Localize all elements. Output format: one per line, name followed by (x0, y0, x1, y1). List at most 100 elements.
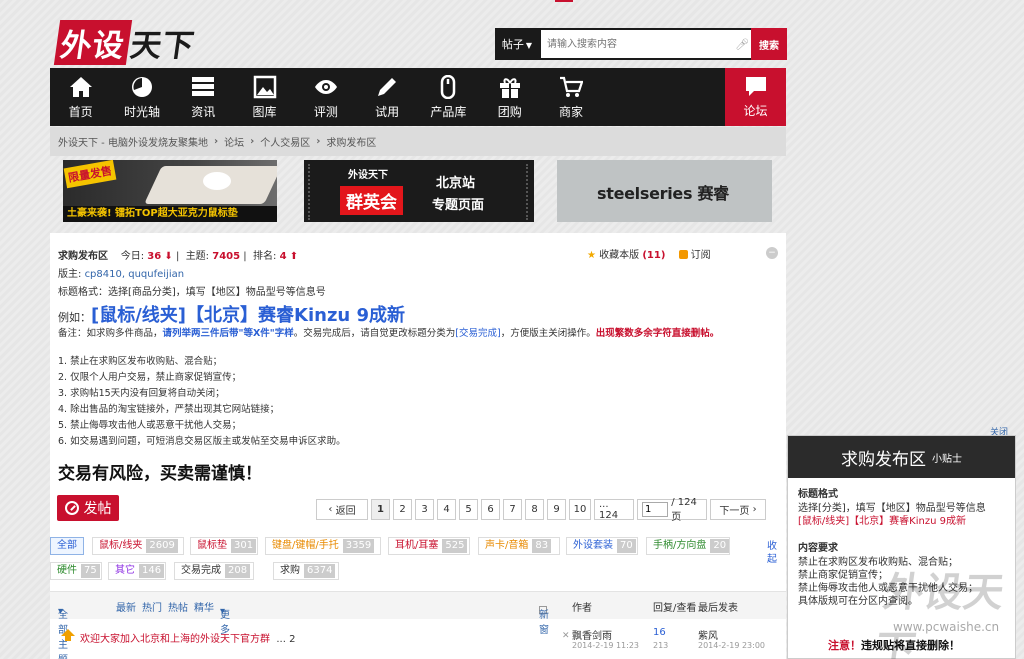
thread-title[interactable]: 欢迎大家加入北京和上海的外设天下官方群 ... 2 (80, 630, 295, 645)
nav-item-home[interactable]: 首页 (50, 68, 111, 126)
nav-item-merchants[interactable]: 商家 (540, 68, 601, 126)
rank-label: 排名: (253, 251, 277, 262)
tag-keyboard[interactable]: 键盘/键帽/手托 3359 (265, 537, 381, 555)
nav-label: 时光轴 (123, 104, 160, 119)
collapse-icon[interactable]: − (766, 247, 778, 259)
banner-subline-2: 专题页面 (432, 198, 485, 213)
today-label: 今日: (120, 251, 145, 262)
thread-views: 213 (653, 641, 669, 650)
page-10[interactable]: 10 (569, 499, 591, 520)
banner-logo: 外设天下 (348, 170, 388, 181)
nav-label: 资讯 (191, 104, 216, 119)
thread-pages[interactable]: ... 2 (276, 634, 295, 645)
tag-mouse[interactable]: 鼠标/线夹 2609 (92, 537, 184, 555)
nav-item-groupbuy[interactable]: 团购 (479, 68, 540, 126)
device-icons-left (308, 164, 334, 220)
tag-headphones[interactable]: 耳机/耳塞 525 (388, 537, 470, 555)
tips-subtitle: 小贴士 (932, 453, 962, 465)
tag-label: 硬件 (57, 565, 77, 576)
star-icon: ★ (587, 250, 596, 261)
nav-label: 团购 (497, 104, 522, 119)
page-9[interactable]: 9 (547, 499, 566, 520)
rule-item: 1. 禁止在求购区发布收购贴、混合贴； (58, 356, 223, 367)
tag-label: 求购 (280, 565, 300, 576)
microphone-icon[interactable]: 🎤︎ (735, 38, 749, 51)
mouse-graphic (203, 172, 231, 190)
nav-item-news[interactable]: 资讯 (173, 68, 234, 126)
breadcrumb-item[interactable]: 论坛 (224, 134, 244, 149)
site-logo[interactable]: 外设 天下 (53, 19, 198, 65)
banner-steelseries[interactable]: steelseries 赛睿 (557, 160, 772, 222)
tag-count: 2609 (146, 539, 178, 553)
search-button[interactable]: 搜索 (751, 28, 787, 60)
subscribe-link[interactable]: 订阅 (691, 250, 711, 261)
tag-other[interactable]: 其它 146 (108, 562, 166, 580)
cart-icon (560, 76, 584, 97)
tag-count: 208 (225, 564, 251, 578)
chat-bubble-icon (745, 77, 766, 96)
back-button[interactable]: ‹ 返回 (316, 499, 368, 520)
thread-date: 2014-2-19 11:23 (572, 641, 639, 650)
page-jump-input[interactable] (642, 502, 668, 517)
banner-tag: 限量发售 (63, 160, 117, 189)
nav-item-trial[interactable]: 试用 (356, 68, 417, 126)
nav-item-review[interactable]: 评测 (295, 68, 356, 126)
page-last[interactable]: ... 124 (594, 499, 634, 521)
tag-label: 手柄/方向盘 (653, 540, 707, 551)
breadcrumb-item[interactable]: 外设天下 - 电脑外设发烧友聚集地 (58, 134, 208, 149)
search-input[interactable] (541, 30, 751, 58)
thread-last-date[interactable]: 2014-2-19 23:00 (698, 641, 765, 650)
filter-hotpost[interactable]: 热帖 (168, 599, 188, 614)
filter-hot[interactable]: 热门 (142, 599, 162, 614)
tag-soundcard[interactable]: 声卡/音箱 83 (478, 537, 560, 555)
tips-header: 求购发布区 小贴士 (788, 436, 1015, 478)
breadcrumb-item[interactable]: 个人交易区 (260, 134, 310, 149)
filter-latest[interactable]: 最新 (116, 599, 136, 614)
banner-headline: 群英会 (340, 186, 403, 215)
page-6[interactable]: 6 (481, 499, 500, 520)
pencil-icon (378, 77, 397, 96)
tag-all[interactable]: 全部 (50, 537, 84, 555)
banner-beijing-event[interactable]: 外设天下 群英会 北京站 专题页面 (304, 160, 534, 222)
filter-digest[interactable]: 精华 (194, 599, 214, 614)
breadcrumb-item[interactable]: 求购发布区 (326, 134, 376, 149)
search-type-dropdown[interactable]: 帖子 ▼ (495, 36, 539, 52)
note-link[interactable]: [交易完成] (455, 328, 500, 339)
page-1[interactable]: 1 (371, 499, 390, 520)
page-4[interactable]: 4 (437, 499, 456, 520)
nav-item-forum[interactable]: 论坛 (725, 68, 786, 126)
favorite-link[interactable]: 收藏本版 (599, 250, 639, 261)
nav-item-timeline[interactable]: 时光轴 (111, 68, 172, 126)
rule-item: 6. 如交易遇到问题，可短消息交易区版主或发帖至交易申诉区求助。 (58, 436, 346, 447)
tag-wanted[interactable]: 求购 6374 (273, 562, 339, 580)
title-example: 例如：[鼠标/线夹]【北京】赛睿Kinzu 9成新 (58, 301, 405, 327)
forum-rules: 1. 禁止在求购区发布收购贴、混合贴； 2. 仅限个人用户交易，禁止商家促销宣传… (58, 354, 346, 450)
nav-item-products[interactable]: 产品库 (418, 68, 479, 126)
tag-bundle[interactable]: 外设套装 70 (566, 537, 638, 555)
topics-count: 7405 (212, 251, 241, 262)
thread-replies[interactable]: 16 (653, 627, 666, 638)
tag-mousepad[interactable]: 鼠标垫 301 (190, 537, 258, 555)
next-page-button[interactable]: 下一页 › (710, 499, 766, 520)
logo-black-part: 天下 (127, 27, 198, 64)
tag-hardware[interactable]: 硬件 75 (50, 562, 102, 580)
collapse-tags-link[interactable]: 收起 (766, 540, 778, 566)
tag-completed[interactable]: 交易完成 208 (174, 562, 254, 580)
thread-author[interactable]: 飘香剑雨 (572, 627, 612, 642)
page-5[interactable]: 5 (459, 499, 478, 520)
chevron-right-icon: › (749, 504, 757, 515)
forum-header: 求购发布区 今日: 36 ⬇ | 主题: 7405 | 排名: 4 ⬆ (58, 251, 299, 262)
page-3[interactable]: 3 (415, 499, 434, 520)
banner-mousepad[interactable]: 限量发售 土豪来袭! 镭拓TOP超大亚克力鼠标垫 (63, 160, 277, 222)
moderator-links[interactable]: cp8410, ququfeijian (85, 269, 185, 280)
tips-warning-red: 注意！ (828, 639, 861, 652)
thread-last-author[interactable]: 紫风 (698, 627, 718, 642)
tag-label: 其它 (115, 565, 135, 576)
tag-gamepad[interactable]: 手柄/方向盘 20 (646, 537, 730, 555)
new-post-button[interactable]: 发帖 (57, 495, 119, 521)
page-8[interactable]: 8 (525, 499, 544, 520)
page-7[interactable]: 7 (503, 499, 522, 520)
tips-text: 选择[分类]，填写【地区】物品型号等信息 (798, 503, 986, 514)
page-2[interactable]: 2 (393, 499, 412, 520)
nav-item-gallery[interactable]: 图库 (234, 68, 295, 126)
